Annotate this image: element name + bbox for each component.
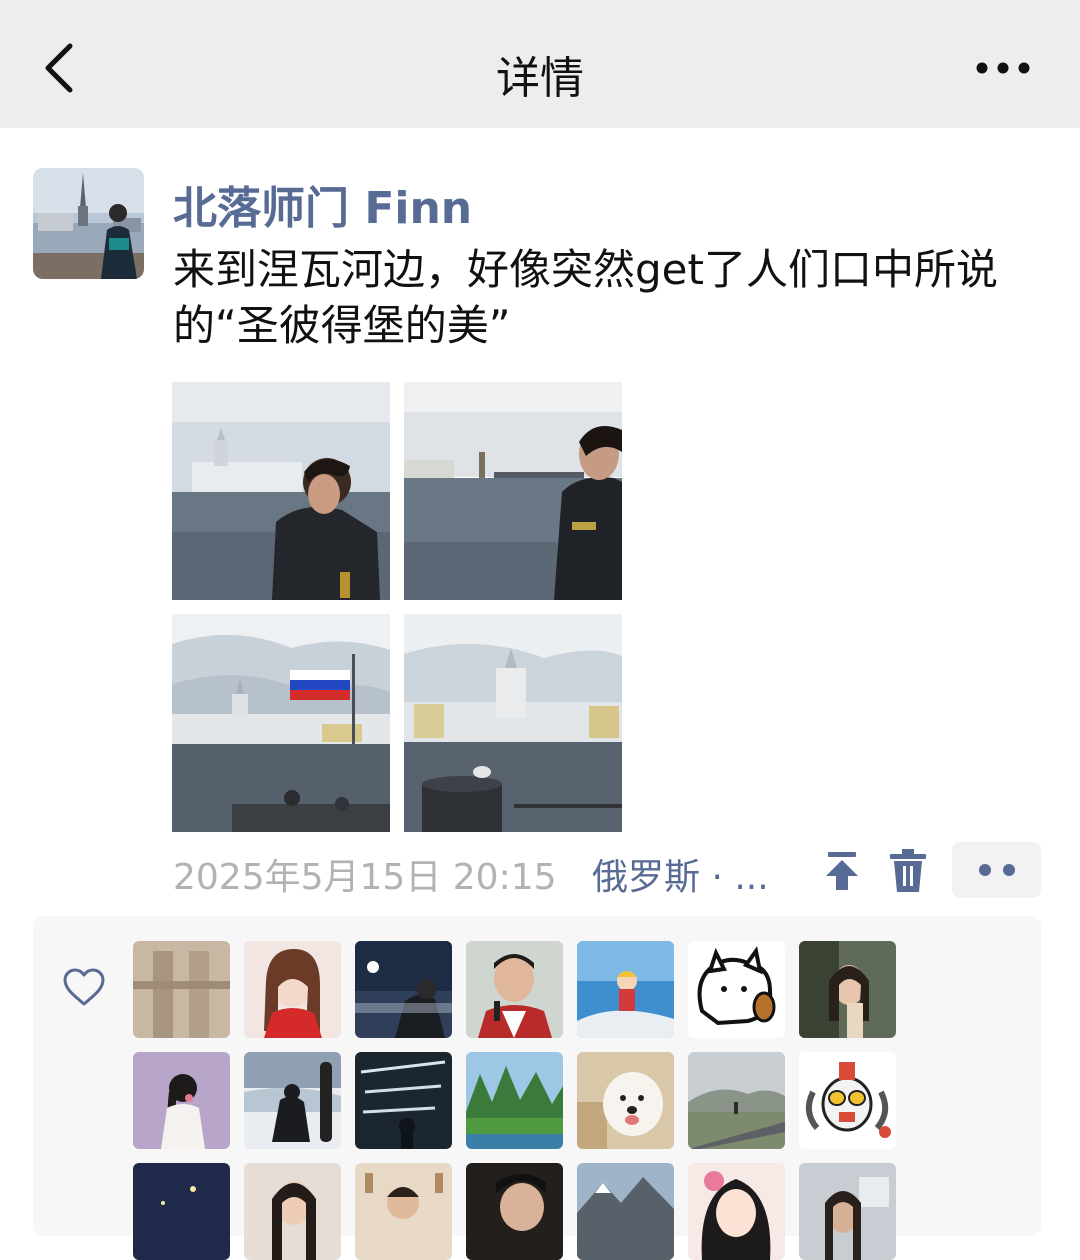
- liker-avatar[interactable]: [688, 941, 785, 1038]
- author-name[interactable]: 北落师门 Finn: [173, 172, 472, 236]
- page-title: 详情: [496, 53, 584, 104]
- more-dots-icon: [976, 62, 1030, 74]
- liker-avatar[interactable]: [244, 941, 341, 1038]
- post-photo[interactable]: [404, 382, 622, 600]
- delete-button[interactable]: [886, 848, 930, 894]
- liker-avatar[interactable]: [466, 941, 563, 1038]
- liker-avatar[interactable]: [466, 1052, 563, 1149]
- post-timestamp: 2025年5月15日 20:15: [173, 857, 557, 898]
- liker-avatar[interactable]: [577, 941, 674, 1038]
- liker-avatar[interactable]: [355, 941, 452, 1038]
- trash-icon: [890, 849, 926, 892]
- pin-to-top-icon: [826, 852, 858, 890]
- post-photo[interactable]: [172, 614, 390, 832]
- post-location[interactable]: 俄罗斯 · ...: [592, 848, 772, 900]
- liker-avatar[interactable]: [688, 1052, 785, 1149]
- liker-avatar[interactable]: [355, 1052, 452, 1149]
- liker-avatar[interactable]: [133, 1052, 230, 1149]
- liker-avatar[interactable]: [577, 1052, 674, 1149]
- pin-to-top-button[interactable]: [820, 848, 864, 892]
- liker-avatar[interactable]: [799, 1052, 896, 1149]
- author-avatar[interactable]: [33, 168, 144, 279]
- post-photo[interactable]: [172, 382, 390, 600]
- heart-icon: [62, 966, 106, 1010]
- post-more-button[interactable]: [952, 842, 1041, 898]
- navigation-bar: 详情: [0, 0, 1080, 128]
- post-photo[interactable]: [404, 614, 622, 832]
- more-dots-icon: [979, 864, 1015, 876]
- more-options-button[interactable]: [966, 46, 1040, 90]
- liker-avatar[interactable]: [244, 1052, 341, 1149]
- liker-avatar[interactable]: [799, 941, 896, 1038]
- post-text: 来到涅瓦河边，好像突然get了人们口中所说的“圣彼得堡的美”: [173, 245, 998, 350]
- liker-avatar[interactable]: [133, 941, 230, 1038]
